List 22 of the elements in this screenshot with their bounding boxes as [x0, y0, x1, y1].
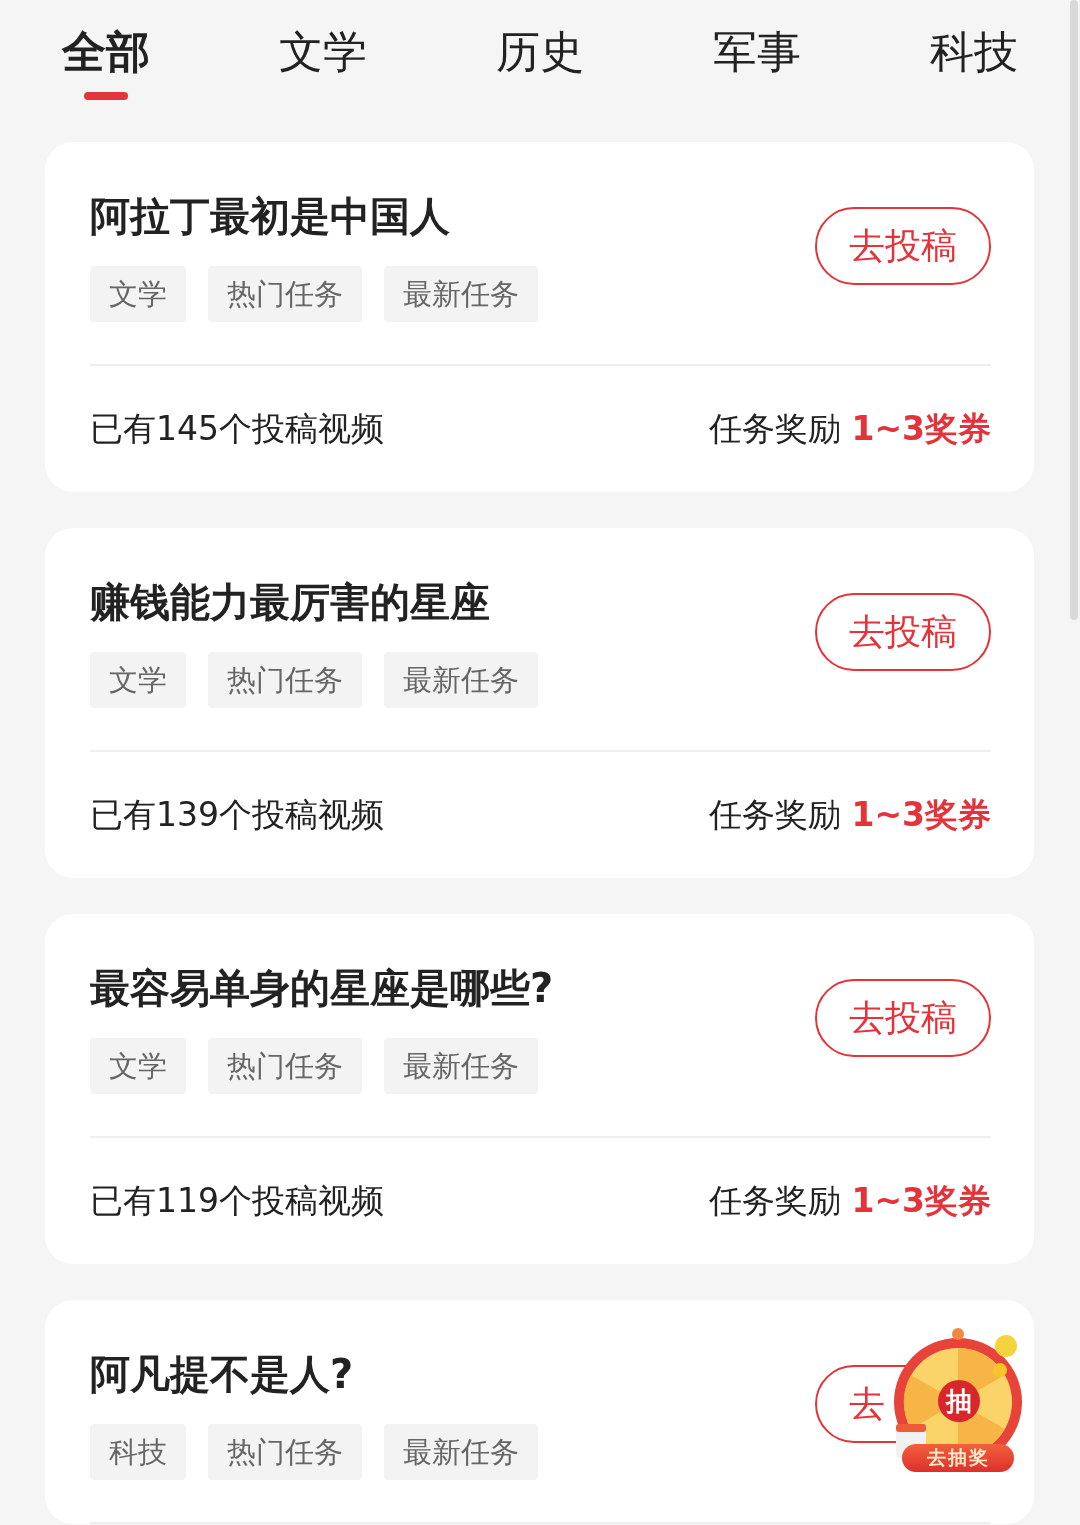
- task-reward: 任务奖励 1~3奖券: [708, 793, 991, 836]
- task-title: 阿拉丁最初是中国人: [90, 192, 451, 241]
- task-tag: 热门任务: [208, 652, 362, 708]
- task-reward: 任务奖励 1~3奖券: [708, 407, 991, 450]
- task-tag: 热门任务: [208, 1038, 362, 1094]
- task-title: 阿凡提不是人?: [90, 1350, 355, 1399]
- task-tag: 文学: [90, 266, 186, 322]
- submission-count: 已有119个投稿视频: [90, 1179, 384, 1222]
- task-tag: 最新任务: [384, 1038, 538, 1094]
- task-tag: 最新任务: [384, 1424, 538, 1480]
- task-tag: 热门任务: [208, 266, 362, 322]
- submission-count: 已有145个投稿视频: [90, 407, 384, 450]
- task-tag: 热门任务: [208, 1424, 362, 1480]
- task-title: 最容易单身的星座是哪些?: [90, 964, 554, 1013]
- task-tag: 文学: [90, 652, 186, 708]
- submission-count: 已有139个投稿视频: [90, 793, 384, 836]
- task-tag: 最新任务: [384, 652, 538, 708]
- task-reward: 任务奖励 1~3奖券: [708, 1179, 991, 1222]
- task-tag: 文学: [90, 1038, 186, 1094]
- task-title: 赚钱能力最厉害的星座: [90, 578, 491, 627]
- task-tag: 最新任务: [384, 266, 538, 322]
- task-tag: 科技: [90, 1424, 186, 1480]
